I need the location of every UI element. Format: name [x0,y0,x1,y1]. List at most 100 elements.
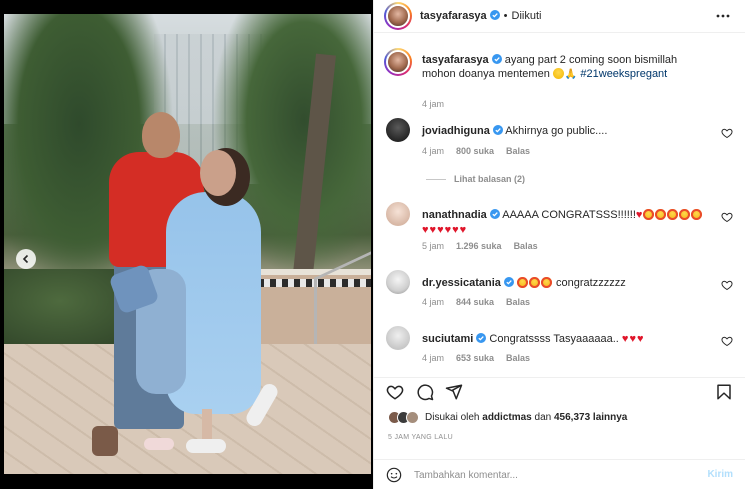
red-heart-emoji-icon: ♥ [629,333,636,345]
comment-time[interactable]: 4 jam [422,146,444,156]
post-timestamp[interactable]: 5 JAM YANG LALU [388,434,453,441]
comment-time[interactable]: 5 jam [422,241,444,251]
red-heart-emoji-icon: ♥ [636,333,644,345]
comment-likes[interactable]: 1.296 suka [456,241,502,251]
post-photo[interactable] [4,14,371,474]
emoji-picker-button[interactable] [386,467,402,483]
liker-avatar [406,411,419,424]
reply-button[interactable]: Balas [506,146,530,156]
comment-body: joviadhiguna Akhirnya go public.... [422,124,712,138]
verified-badge-icon [492,125,503,135]
like-comment-button[interactable] [721,210,733,223]
star-struck-emoji-icon [691,209,703,220]
post-header: tasyafarasya • Diikuti [374,0,745,33]
comment-icon [417,384,434,401]
follow-status-button[interactable]: Diikuti [512,10,542,22]
post-comment-button[interactable]: Kirim [707,469,733,480]
post-side-panel: tasyafarasya • Diikuti tasyafarasya ayang … [373,0,745,489]
comment-meta: 4 jam 844 suka Balas [422,297,542,307]
comment-username[interactable]: dr.yessicatania [422,277,501,289]
star-struck-emoji-icon [667,209,679,220]
red-heart-emoji-icon: ♥ [429,224,437,236]
photo-pane [0,0,373,489]
heart-icon [386,385,404,400]
comment-body: suciutami Congratssss Tasyaaaaaa.. ♥♥♥ [422,332,712,346]
reply-button[interactable]: Balas [506,297,530,307]
red-heart-emoji-icon: ♥ [422,224,429,236]
comment-username[interactable]: suciutami [422,333,473,345]
avatar[interactable] [384,324,412,352]
likes-user[interactable]: addictmas [482,412,531,423]
star-struck-emoji-icon [655,209,667,220]
view-replies-label: Lihat balasan (2) [454,174,526,184]
comment-username[interactable]: joviadhiguna [422,125,490,137]
avatar[interactable] [384,268,412,296]
verified-badge-icon [489,209,500,219]
photo-man-head [142,112,180,158]
save-button[interactable] [715,383,733,401]
likes-prefix: Disukai oleh [425,412,480,423]
more-options-button[interactable] [715,8,731,24]
red-heart-emoji-icon: ♥ [444,224,452,236]
comment-text: AAAAA CONGRATSSS!!!!!! [502,209,636,221]
star-struck-emoji-icon [528,277,540,288]
verified-badge-icon [491,54,502,64]
share-button[interactable] [445,383,463,401]
comment-meta: 4 jam 800 suka Balas [422,146,542,156]
author-username[interactable]: tasyafarasya [420,10,487,22]
praying-hands-emoji-icon: 🙏 [564,69,578,80]
star-struck-emoji-icon [643,209,655,220]
heart-icon [721,280,733,291]
comment-time[interactable]: 4 jam [422,297,444,307]
avatar[interactable] [384,2,412,30]
caption-hashtag[interactable]: #21weekspregant [580,68,667,80]
likes-middle: dan [534,412,552,423]
caption-time[interactable]: 4 jam [422,99,444,109]
like-button[interactable] [386,383,404,401]
photo-woman-shoe [186,439,226,453]
comment-input[interactable] [414,466,684,484]
comment-time[interactable]: 4 jam [422,353,444,363]
likes-text: Disukai oleh addictmas dan 456,373 lainn… [425,412,627,423]
comment-text: Akhirnya go public.... [505,125,608,137]
caption-meta: 4 jam [422,99,456,109]
comment-body: dr.yessicatania congratzzzzzz [422,276,712,290]
comment-meta: 5 jam 1.296 suka Balas [422,241,550,251]
comments-list: tasyafarasya ayang part 2 coming soon bi… [374,40,745,370]
red-heart-emoji-icon: ♥ [621,333,629,345]
add-comment-bar: Kirim [374,459,745,489]
star-struck-emoji-icon [516,277,528,288]
caption-body: tasyafarasya ayang part 2 coming soon bi… [422,53,712,82]
comment-likes[interactable]: 844 suka [456,297,494,307]
emoji-icon [386,467,402,483]
comment-likes[interactable]: 800 suka [456,146,494,156]
carousel-prev-button[interactable] [16,249,36,269]
share-icon [445,384,463,400]
comment-username[interactable]: nanathnadia [422,209,487,221]
bookmark-icon [717,384,731,400]
verified-badge-icon [489,10,500,20]
likes-summary: Disukai oleh addictmas dan 456,373 lainn… [388,411,627,424]
heart-icon [721,336,733,347]
like-comment-button[interactable] [721,278,733,291]
post-action-bar [374,377,745,405]
view-replies-button[interactable]: Lihat balasan (2) [426,174,525,184]
like-comment-button[interactable] [721,334,733,347]
avatar[interactable] [384,116,412,144]
comment-body: nanathnadia AAAAA CONGRATSSS!!!!!!♥ ♥♥♥♥… [422,208,712,238]
avatar[interactable] [384,200,412,228]
caption-username[interactable]: tasyafarasya [422,54,489,66]
comment-text: congratzzzzzz [556,277,626,289]
reply-button[interactable]: Balas [514,241,538,251]
likes-count[interactable]: 456,373 lainnya [554,412,627,423]
red-heart-emoji-icon: ♥ [459,224,467,236]
verified-badge-icon [503,277,514,287]
comment-meta: 4 jam 653 suka Balas [422,353,542,363]
star-struck-emoji-icon [679,209,691,220]
reply-button[interactable]: Balas [506,353,530,363]
comment-button[interactable] [416,383,434,401]
verified-badge-icon [476,333,487,343]
like-comment-button[interactable] [721,126,733,139]
avatar[interactable] [384,48,412,76]
comment-likes[interactable]: 653 suka [456,353,494,363]
